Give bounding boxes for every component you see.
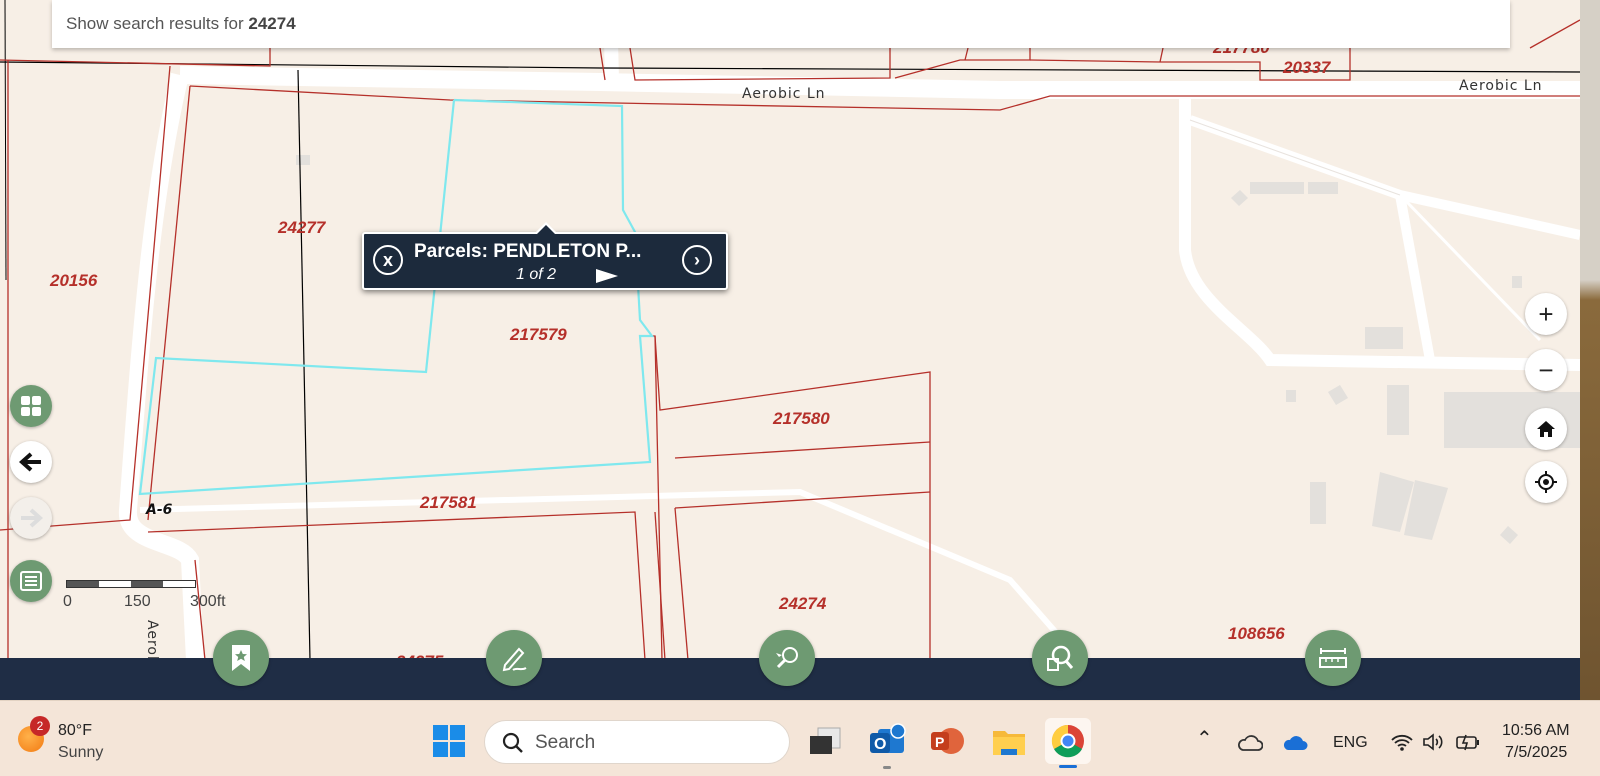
zoom-in-button[interactable]: +: [1525, 293, 1567, 335]
scale-label: 0: [63, 593, 72, 610]
grid-icon: [21, 396, 41, 416]
plus-icon: +: [1538, 298, 1554, 329]
desktop-background: [1580, 0, 1600, 700]
file-explorer-button[interactable]: [986, 718, 1032, 764]
battery-icon[interactable]: [1455, 732, 1481, 752]
search-icon: [502, 732, 523, 753]
file-explorer-icon: [993, 731, 1025, 755]
forward-arrow-icon: [21, 508, 43, 528]
road-label: Aerobic Ln: [742, 86, 826, 102]
road-label: Aerobic Ln: [1459, 78, 1543, 94]
weather-condition[interactable]: Sunny: [58, 744, 103, 762]
app-running-indicator: [883, 766, 891, 769]
popup-title: Parcels: PENDLETON P...: [414, 241, 642, 262]
list-icon: [20, 571, 42, 591]
next-icon[interactable]: ›: [682, 245, 712, 275]
notification-badge: 2: [30, 716, 50, 736]
locate-button[interactable]: [1525, 461, 1567, 503]
locate-icon: [1535, 471, 1557, 493]
taskbar-search[interactable]: Search: [484, 720, 790, 764]
parcel-label: 20337: [1283, 58, 1331, 77]
parcel-label: 217581: [420, 493, 477, 512]
task-view-button[interactable]: [802, 718, 848, 764]
onedrive-icon[interactable]: [1282, 734, 1308, 752]
scale-label: 300ft: [190, 593, 226, 610]
minus-icon: −: [1538, 354, 1554, 385]
marker-label: A-6: [146, 502, 173, 518]
draw-icon: [502, 647, 527, 672]
windows-start-button[interactable]: [426, 718, 472, 764]
chrome-icon: [1051, 724, 1084, 758]
parcel-label: 217579: [510, 325, 567, 344]
cloud-icon[interactable]: [1237, 734, 1263, 752]
weather-temp[interactable]: 80°F: [58, 722, 92, 740]
back-arrow-icon: [19, 452, 41, 472]
windows-start-icon: [433, 725, 465, 757]
chevron-up-icon[interactable]: ⌃: [1196, 726, 1213, 751]
search-label: Search: [535, 732, 596, 753]
identify-button[interactable]: [759, 630, 815, 686]
volume-icon[interactable]: [1422, 732, 1446, 752]
bookmark-icon: [232, 645, 250, 671]
clock-time[interactable]: 10:56 AM: [1502, 722, 1570, 740]
parcel-label: 24277: [278, 218, 326, 237]
search-tool-button[interactable]: [1032, 630, 1088, 686]
parcel-label: 24274: [779, 594, 827, 613]
measure-icon: [1319, 648, 1347, 668]
app-active-indicator: [1059, 765, 1077, 768]
draw-button[interactable]: [486, 630, 542, 686]
search-results-text[interactable]: Show search results for 24274: [66, 14, 296, 34]
clock-date[interactable]: 7/5/2025: [1505, 744, 1567, 762]
wifi-icon[interactable]: [1390, 732, 1414, 752]
outlook-icon: O: [870, 723, 906, 753]
popup-count: 1 of 2: [516, 266, 557, 283]
powerpoint-button[interactable]: P: [924, 718, 970, 764]
measure-button[interactable]: [1305, 630, 1361, 686]
parcel-popup[interactable]: x Parcels: PENDLETON P... 1 of 2 ›: [362, 222, 728, 290]
parcel-label: 20156: [50, 271, 98, 290]
svg-text:P: P: [935, 734, 944, 750]
powerpoint-icon: P: [931, 728, 964, 754]
scale-label: 150: [124, 593, 151, 610]
play-icon[interactable]: [596, 269, 618, 283]
parcel-label: 217580: [773, 409, 830, 428]
forward-button[interactable]: [10, 497, 52, 539]
task-view-icon: [810, 727, 841, 754]
outlook-button[interactable]: O: [864, 718, 910, 764]
search-query: 24274: [248, 14, 296, 33]
bookmark-button[interactable]: [213, 630, 269, 686]
parcel-label: 108656: [1228, 624, 1285, 643]
chrome-button[interactable]: [1045, 718, 1091, 764]
svg-text:O: O: [874, 736, 886, 753]
home-icon: [1537, 421, 1555, 437]
map-view[interactable]: 24277 20156 217579 217580 217581 24274 1…: [0, 0, 1580, 700]
identify-icon: [776, 647, 798, 669]
search-results-bar[interactable]: Show search results for 24274: [52, 0, 1510, 48]
back-button[interactable]: [10, 441, 52, 483]
language-indicator[interactable]: ENG: [1333, 734, 1368, 752]
zoom-out-button[interactable]: −: [1525, 349, 1567, 391]
search-icon: [1047, 645, 1074, 671]
legend-button[interactable]: [10, 560, 52, 602]
close-icon[interactable]: x: [373, 245, 403, 275]
basemap-grid-button[interactable]: [10, 385, 52, 427]
home-button[interactable]: [1525, 408, 1567, 450]
